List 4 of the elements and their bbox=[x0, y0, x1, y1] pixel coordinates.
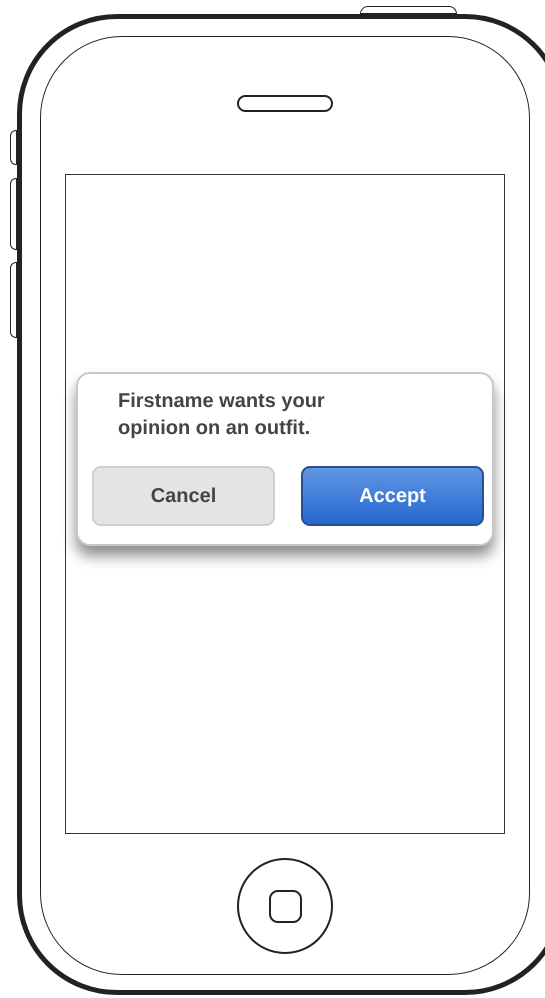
dialog-message: Firstname wants your opinion on an outfit. bbox=[118, 389, 326, 441]
cancel-button[interactable]: Cancel bbox=[92, 466, 275, 526]
side-button[interactable] bbox=[10, 262, 17, 338]
accept-button[interactable]: Accept bbox=[301, 466, 484, 526]
